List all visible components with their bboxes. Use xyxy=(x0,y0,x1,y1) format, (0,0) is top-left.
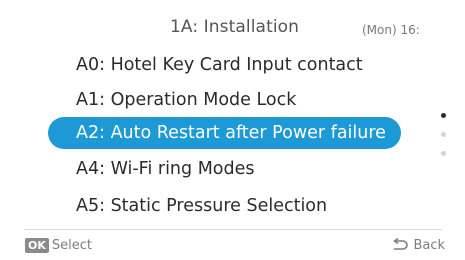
installation-menu-screen: 1A: Installation (Mon) 16: A0: Hotel Key… xyxy=(0,0,465,260)
clock-display: (Mon) 16: xyxy=(362,23,420,37)
footer-divider xyxy=(24,229,442,230)
menu-item-a4[interactable]: A4: Wi-Fi ring Modes xyxy=(76,154,255,184)
page-dot-1 xyxy=(441,113,446,118)
page-dot-2 xyxy=(441,132,446,137)
back-arrow-icon xyxy=(393,238,409,250)
page-indicator xyxy=(441,108,449,158)
select-label: Select xyxy=(51,237,92,253)
menu-item-a0[interactable]: A0: Hotel Key Card Input contact xyxy=(76,50,363,80)
back-button[interactable]: Back xyxy=(391,236,445,254)
menu-item-a1[interactable]: A1: Operation Mode Lock xyxy=(76,85,296,115)
ok-button-icon: OK xyxy=(25,237,49,253)
menu-item-a5[interactable]: A5: Static Pressure Selection xyxy=(76,191,327,221)
header-bar: 1A: Installation (Mon) 16: xyxy=(0,0,465,43)
select-hint[interactable]: OK Select xyxy=(25,236,92,254)
back-label: Back xyxy=(413,237,445,253)
page-title: 1A: Installation xyxy=(170,17,300,37)
page-dot-3 xyxy=(441,151,446,156)
menu-item-a2[interactable]: A2: Auto Restart after Power failure xyxy=(76,118,386,148)
